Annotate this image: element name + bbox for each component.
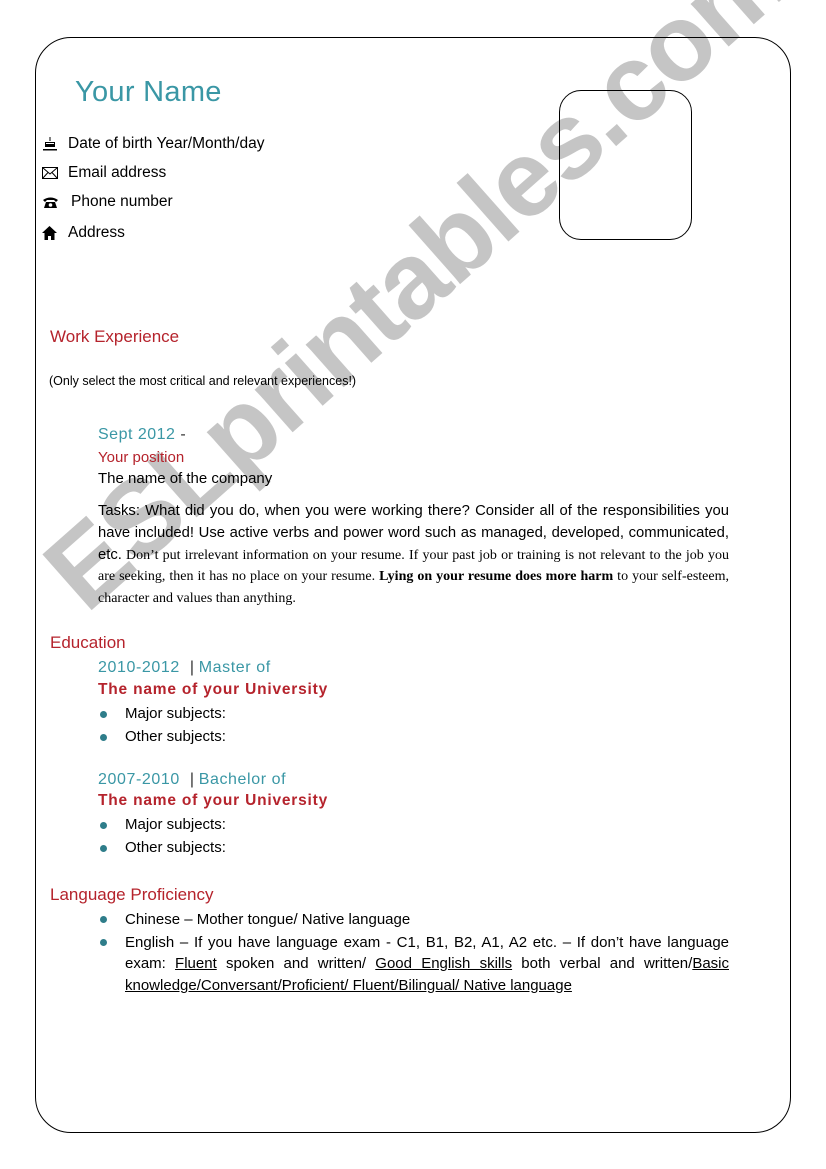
language-english-text: both verbal and written/ (512, 955, 693, 972)
language-chinese: Chinese – Mother tongue/ Native language (125, 911, 411, 928)
list-item: Other subjects: (98, 728, 226, 745)
tasks-emphasis: Lying on your resume does more harm (379, 569, 614, 585)
photo-placeholder[interactable] (559, 90, 692, 240)
bullet-icon (100, 734, 107, 741)
list-item: English – If you have language exam - C1… (98, 932, 729, 997)
birthday-cake-icon (42, 136, 62, 152)
envelope-icon (42, 167, 62, 179)
section-title-education: Education (50, 633, 126, 652)
job-position: Your position (98, 449, 185, 466)
bullet-icon (100, 845, 107, 852)
contact-email: Email address (42, 164, 166, 182)
education-degree: Master of (198, 659, 271, 676)
list-item: Chinese – Mother tongue/ Native language (98, 909, 729, 931)
education-years: 2010-2012 (98, 659, 180, 676)
language-english-text: spoken and written/ (216, 955, 376, 972)
list-item-text: Other subjects: (125, 728, 226, 745)
home-icon (42, 226, 62, 240)
bullet-icon (100, 711, 107, 718)
language-list: Chinese – Mother tongue/ Native language… (98, 909, 729, 997)
underlined-good-english: Good English skills (375, 955, 513, 972)
bullet-icon (100, 938, 107, 946)
list-item-text: Major subjects: (125, 705, 226, 722)
contact-address: Address (42, 224, 125, 242)
separator: | (189, 771, 195, 788)
separator: | (189, 659, 195, 676)
education-entry-heading: 2007-2010 | Bachelor of (98, 771, 286, 789)
language-english: English – If you have language exam - C1… (125, 932, 729, 997)
contact-phone: Phone number (42, 193, 173, 211)
contact-phone-text: Phone number (71, 193, 173, 210)
education-degree: Bachelor of (198, 771, 287, 788)
education-university: The name of your University (98, 792, 329, 809)
job-date: Sept 2012 - (98, 426, 186, 444)
contact-email-text: Email address (68, 164, 167, 181)
education-entry-heading: 2010-2012 | Master of (98, 659, 271, 677)
telephone-icon (42, 196, 62, 209)
section-title-language: Language Proficiency (50, 885, 214, 904)
resume-name: Your Name (75, 76, 222, 108)
education-years: 2007-2010 (98, 771, 180, 788)
section-title-work: Work Experience (50, 327, 180, 346)
bullet-icon (100, 822, 107, 829)
list-item: Major subjects: (98, 816, 226, 833)
work-note: (Only select the most critical and relev… (49, 374, 357, 388)
contact-birthdate-text: Date of birth Year/Month/day (68, 135, 265, 152)
job-tasks: Tasks: What did you do, when you were wo… (98, 501, 729, 610)
job-company: The name of the company (98, 470, 273, 487)
bullet-icon (100, 916, 107, 923)
contact-address-text: Address (68, 224, 125, 241)
underlined-fluent: Fluent (175, 955, 217, 972)
list-item: Major subjects: (98, 705, 226, 722)
education-university: The name of your University (98, 681, 329, 698)
job-date-dash: - (175, 426, 187, 443)
contact-birthdate: Date of birth Year/Month/day (42, 135, 264, 153)
list-item-text: Major subjects: (125, 816, 226, 833)
list-item-text: Other subjects: (125, 839, 226, 856)
job-date-text: Sept 2012 (98, 426, 176, 443)
list-item: Other subjects: (98, 839, 226, 856)
